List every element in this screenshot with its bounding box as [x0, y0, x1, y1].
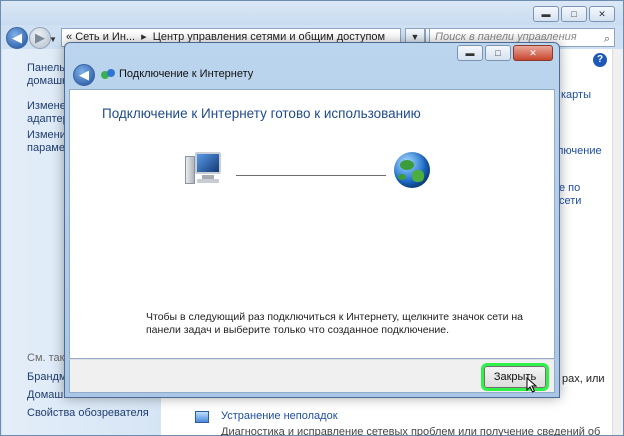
internet-globe-icon [394, 152, 430, 188]
dialog-body: Подключение к Интернету готово к использ… [69, 89, 555, 359]
dialog-back-arrow-icon[interactable]: ◀ [73, 64, 95, 86]
computer-icon [185, 150, 225, 188]
dialog-footer: Закрыть [69, 359, 555, 393]
bg-link-fragment-connection[interactable]: лючение [557, 145, 602, 158]
bg-close-button[interactable]: ✕ [589, 6, 615, 22]
forward-arrow-icon[interactable]: ▶ [29, 27, 51, 49]
connect-internet-dialog: ▬ □ ✕ ◀ Подключение к Интернету Подключе… [64, 42, 560, 398]
dialog-close-icon[interactable]: ✕ [513, 45, 553, 61]
vertical-scrollbar[interactable] [612, 49, 623, 435]
troubleshoot-description: Диагностика и исправление сетевых пробле… [221, 426, 601, 436]
dialog-maximize-button[interactable]: □ [485, 45, 511, 61]
dialog-note: Чтобы в следующий раз подключиться к Инт… [146, 311, 524, 336]
dialog-title: Подключение к Интернету [119, 68, 254, 80]
mouse-cursor-icon [526, 377, 538, 393]
bg-text-fragment: рах, или [562, 373, 605, 385]
troubleshoot-link[interactable]: Устранение неполадок [221, 410, 338, 422]
bg-maximize-button[interactable]: □ [561, 6, 587, 22]
connection-line [236, 175, 386, 176]
network-connection-icon [101, 69, 115, 81]
bg-link-fragment-network-a[interactable]: е по [559, 182, 580, 195]
back-arrow-icon[interactable]: ◀ [6, 27, 28, 49]
help-icon[interactable]: ? [593, 53, 607, 67]
dialog-minimize-button[interactable]: ▬ [457, 45, 483, 61]
troubleshoot-icon [195, 411, 209, 423]
dialog-header: ◀ Подключение к Интернету [73, 64, 373, 86]
bg-minimize-button[interactable]: ▬ [533, 6, 559, 22]
search-icon[interactable]: ⌕ [604, 31, 610, 48]
bg-link-fragment-network-b[interactable]: сети [559, 195, 581, 208]
see-also-homegroup[interactable]: Домашн [27, 389, 69, 402]
history-dropdown-icon[interactable]: ▼ [49, 35, 57, 44]
bg-link-fragment-map[interactable]: карты [561, 89, 591, 102]
bg-title-bar: ▬ □ ✕ [1, 1, 623, 25]
see-also-browser-properties[interactable]: Свойства обозревателя [27, 407, 149, 420]
dialog-heading: Подключение к Интернету готово к использ… [102, 106, 421, 121]
